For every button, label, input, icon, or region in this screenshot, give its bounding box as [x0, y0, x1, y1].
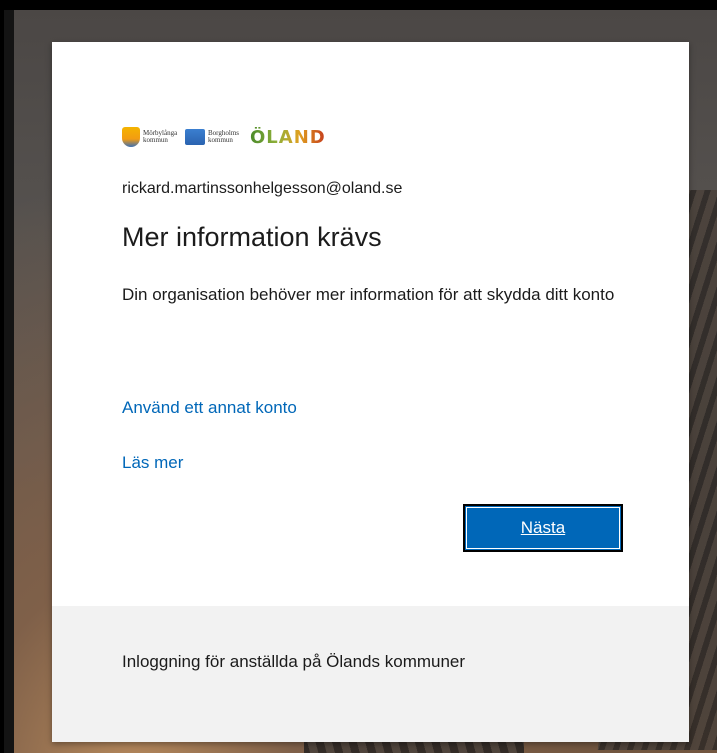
sign-in-card: Mörbylånga kommun Borgholms kommun ÖLAND… — [52, 42, 689, 742]
next-button[interactable]: Nästa — [463, 504, 623, 552]
banner-logos: Mörbylånga kommun Borgholms kommun ÖLAND — [122, 122, 326, 152]
page-description: Din organisation behöver mer information… — [122, 285, 615, 304]
borgholm-shield-icon — [185, 129, 205, 145]
page-title: Mer information krävs — [122, 222, 382, 252]
read-more-link[interactable]: Läs mer — [122, 453, 183, 473]
footer-text: Inloggning för anställda på Ölands kommu… — [122, 652, 466, 671]
morbylanga-logo-text: Mörbylånga kommun — [143, 129, 178, 144]
morbylanga-shield-icon — [122, 127, 140, 147]
borgholm-logo-text: Borgholms kommun — [208, 129, 239, 144]
morbylanga-logo: Mörbylånga kommun — [122, 127, 177, 147]
background-photo: Mörbylånga kommun Borgholms kommun ÖLAND… — [4, 10, 717, 753]
account-email: rickard.martinssonhelgesson@oland.se — [122, 180, 403, 197]
oland-logo: ÖLAND — [250, 126, 326, 148]
use-other-account-link[interactable]: Använd ett annat konto — [122, 398, 297, 418]
borgholm-logo: Borgholms kommun — [185, 129, 242, 145]
footer-panel: Inloggning för anställda på Ölands kommu… — [52, 606, 689, 742]
